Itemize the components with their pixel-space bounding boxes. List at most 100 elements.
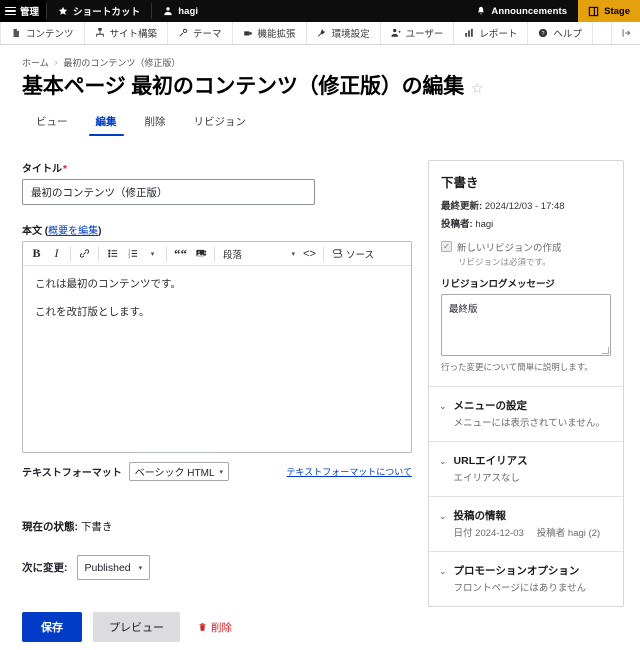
- form-layout: タイトル* 最初のコンテンツ（修正版） 本文 (概要を編集) B I: [22, 160, 618, 642]
- menu-item-extend-label: 機能拡張: [258, 26, 296, 40]
- section-url-alias-summary: エイリアスなし: [454, 470, 528, 484]
- toolbar-announcements-button[interactable]: Announcements: [465, 0, 578, 22]
- bold-icon[interactable]: B: [27, 244, 46, 263]
- italic-icon[interactable]: I: [47, 244, 66, 263]
- revision-log-textarea[interactable]: 最終版: [441, 294, 611, 356]
- list-dropdown-chevron-down-icon[interactable]: ▾: [143, 244, 162, 263]
- editor-content-area[interactable]: これは最初のコンテンツです。 これを改訂版とします。: [23, 266, 411, 452]
- source-editing-button[interactable]: ソース: [328, 244, 378, 263]
- menu-item-appearance[interactable]: テーマ: [168, 22, 233, 44]
- body-paragraph-2: これを改訂版とします。: [35, 304, 399, 320]
- admin-menu-bar: コンテンツ サイト構築 テーマ 機能拡張 環境設定 ユーザー レポート: [0, 22, 640, 45]
- section-authoring-information-title: 投稿の情報: [454, 508, 601, 523]
- node-meta-card: 下書き 最終更新: 2024/12/03 - 17:48 投稿者: hagi ✓…: [428, 160, 624, 607]
- current-state-value: 下書き: [81, 521, 113, 533]
- menu-item-extend[interactable]: 機能拡張: [233, 22, 307, 44]
- toolbar-stage-button[interactable]: Stage: [578, 0, 640, 22]
- body-paragraph-1: これは最初のコンテンツです。: [35, 276, 399, 292]
- revision-log-description: 行った変更について簡単に説明します。: [441, 361, 611, 373]
- menu-item-people[interactable]: ユーザー: [381, 22, 455, 44]
- menu-item-configuration[interactable]: 環境設定: [307, 22, 381, 44]
- paragraph-style-dropdown[interactable]: 段落 ▾: [219, 244, 299, 263]
- section-promotion-options[interactable]: ⌄ プロモーションオプション フロントページにはありません: [429, 551, 623, 606]
- ckeditor: B I 123 ▾: [22, 241, 412, 453]
- current-state-row: 現在の状態: 下書き: [22, 519, 412, 534]
- menu-item-configuration-label: 環境設定: [332, 26, 370, 40]
- toolbar-announcements-label: Announcements: [491, 6, 567, 17]
- body-field-label: 本文 (概要を編集): [22, 222, 412, 237]
- numbered-list-icon[interactable]: 123: [123, 244, 142, 263]
- toolbar-user-button[interactable]: hagi: [152, 0, 209, 22]
- node-status-section: 下書き 最終更新: 2024/12/03 - 17:48 投稿者: hagi ✓…: [429, 161, 623, 386]
- menu-item-structure-label: サイト構築: [110, 26, 158, 40]
- main-column: タイトル* 最初のコンテンツ（修正版） 本文 (概要を編集) B I: [22, 160, 412, 642]
- star-icon: [58, 6, 68, 16]
- title-label-text: タイトル: [22, 164, 62, 175]
- breadcrumb-home-link[interactable]: ホーム: [22, 56, 49, 69]
- bookmark-star-icon[interactable]: ☆: [471, 79, 483, 98]
- extend-icon: [243, 28, 253, 38]
- section-menu-settings[interactable]: ⌄ メニューの設定 メニューには表示されていません。: [429, 386, 623, 441]
- title-input[interactable]: 最初のコンテンツ（修正版）: [22, 179, 315, 205]
- authoring-author: 投稿者 hagi (2): [537, 528, 600, 539]
- toolbar-user-label: hagi: [178, 6, 198, 17]
- tray-toggle-icon: [620, 28, 632, 38]
- author-label: 投稿者:: [441, 219, 473, 230]
- chevron-down-icon: ⌄: [439, 566, 447, 577]
- section-menu-settings-title: メニューの設定: [454, 398, 605, 413]
- toolbar-home-label: 管理: [20, 4, 39, 18]
- new-revision-checkbox-row[interactable]: ✓ 新しいリビジョンの作成: [441, 240, 611, 254]
- tab-delete[interactable]: 削除: [131, 110, 180, 136]
- new-revision-label: 新しいリビジョンの作成: [457, 240, 562, 254]
- menu-item-reports[interactable]: レポート: [454, 22, 528, 44]
- about-text-formats-link[interactable]: テキストフォーマットについて: [287, 465, 412, 478]
- breadcrumb-current[interactable]: 最初のコンテンツ（修正版）: [63, 56, 180, 69]
- menu-item-reports-label: レポート: [479, 26, 517, 40]
- toolbar-spacer: [209, 0, 465, 22]
- text-format-select[interactable]: ベーシック HTML ▾: [129, 462, 229, 481]
- section-url-alias[interactable]: ⌄ URLエイリアス エイリアスなし: [429, 441, 623, 496]
- bulleted-list-icon[interactable]: [103, 244, 122, 263]
- image-icon[interactable]: [191, 244, 210, 263]
- chevron-down-icon: ▾: [220, 468, 224, 476]
- chevron-down-icon: ⌄: [439, 401, 447, 412]
- section-authoring-information[interactable]: ⌄ 投稿の情報 日付 2024-12-03投稿者 hagi (2): [429, 496, 623, 551]
- authoring-date: 日付 2024-12-03: [454, 528, 524, 539]
- structure-icon: [95, 28, 105, 38]
- menu-item-content[interactable]: コンテンツ: [0, 22, 85, 44]
- tab-view[interactable]: ビュー: [22, 110, 82, 136]
- menu-item-content-label: コンテンツ: [26, 26, 74, 40]
- tab-revisions[interactable]: リビジョン: [180, 110, 261, 136]
- change-to-label: 次に変更:: [22, 560, 68, 575]
- menu-item-help[interactable]: ? ヘルプ: [528, 22, 593, 44]
- textarea-resize-handle[interactable]: [602, 347, 609, 354]
- svg-text:3: 3: [128, 255, 130, 259]
- section-authoring-information-summary: 日付 2024-12-03 投稿者 hagi (2): [454, 525, 601, 539]
- toolbar-shortcuts-button[interactable]: ショートカット: [47, 0, 151, 22]
- menu-item-structure[interactable]: サイト構築: [85, 22, 169, 44]
- moderation-status-title: 下書き: [441, 172, 611, 191]
- edit-summary-link[interactable]: 概要を編集: [48, 226, 98, 237]
- toolbar-orientation-toggle[interactable]: [612, 22, 640, 44]
- delete-button[interactable]: 削除: [198, 620, 232, 635]
- menu-spacer: [593, 22, 612, 44]
- link-icon[interactable]: [75, 244, 94, 263]
- source-code-icon[interactable]: <>: [300, 244, 319, 263]
- breadcrumb: ホーム › 最初のコンテンツ（修正版）: [22, 45, 618, 71]
- preview-button[interactable]: プレビュー: [93, 612, 180, 642]
- current-state-label: 現在の状態:: [22, 521, 78, 533]
- new-revision-checkbox: ✓: [441, 241, 452, 252]
- tab-edit[interactable]: 編集: [82, 110, 131, 136]
- section-promotion-options-summary: フロントページにはありません: [454, 580, 587, 594]
- new-revision-description: リビジョンは必須です。: [458, 256, 611, 268]
- moderation-state-select[interactable]: Published ▾: [77, 555, 151, 580]
- text-format-label: テキストフォーマット: [22, 464, 122, 479]
- save-button[interactable]: 保存: [22, 612, 82, 642]
- blockquote-icon[interactable]: ““: [171, 244, 190, 263]
- author-row: 投稿者: hagi: [441, 216, 611, 230]
- hamburger-icon: [5, 7, 16, 16]
- page-title: 基本ページ 最初のコンテンツ（修正版）の編集 ☆: [22, 73, 618, 101]
- toolbar-home-button[interactable]: 管理: [0, 0, 46, 22]
- configuration-icon: [317, 28, 327, 38]
- editor-divider-4: [214, 247, 215, 261]
